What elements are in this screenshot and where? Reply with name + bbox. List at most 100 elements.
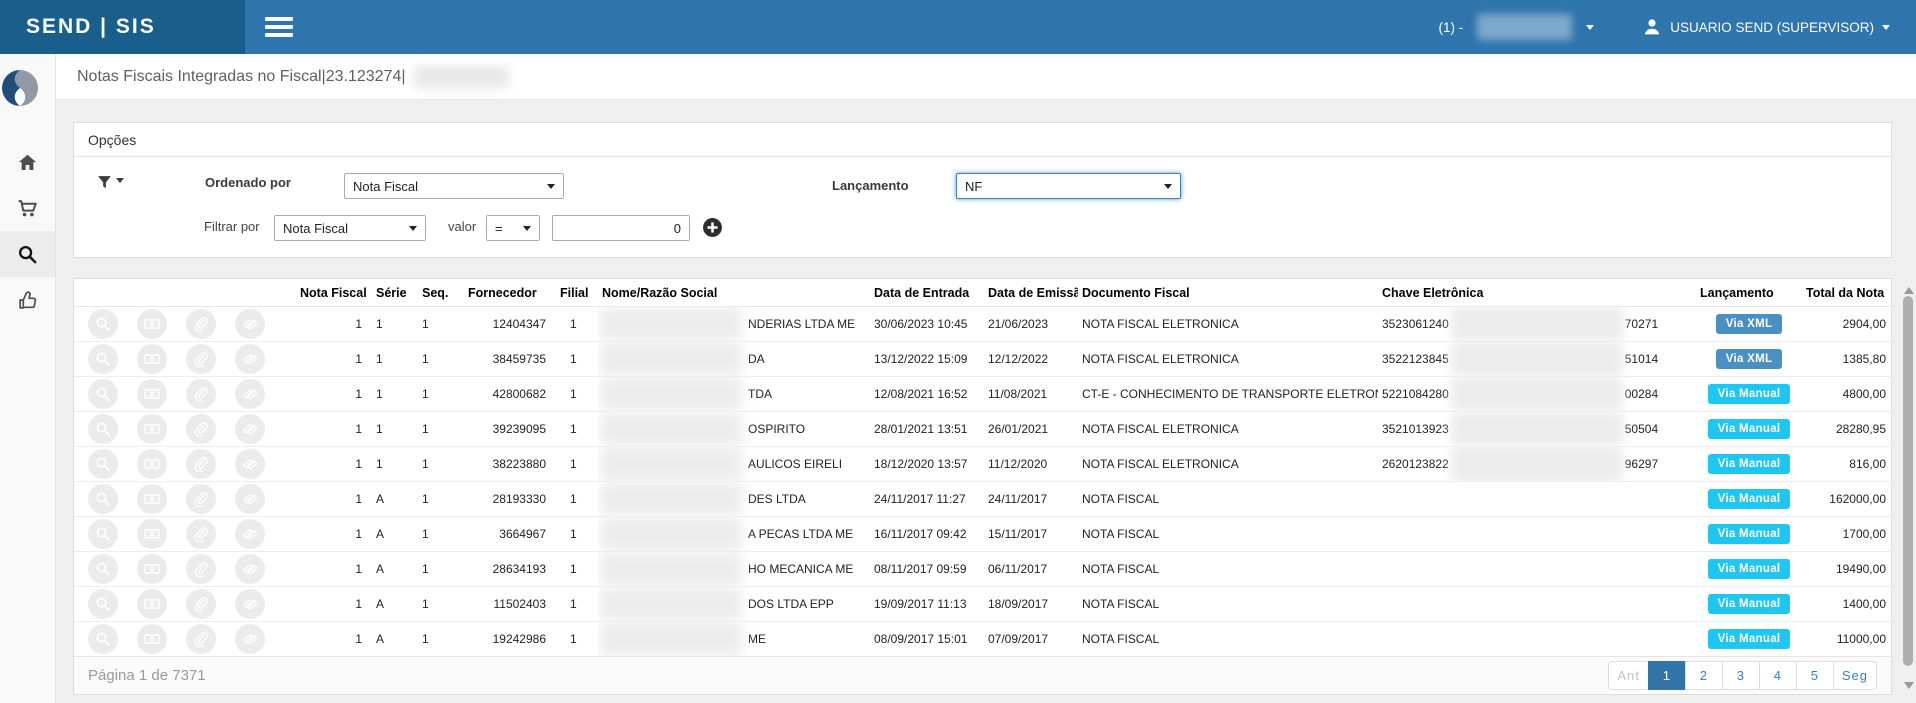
view-details-button[interactable] — [88, 589, 118, 619]
sidebar-item-purchases[interactable] — [0, 185, 55, 231]
financial-button[interactable] — [137, 554, 167, 584]
lancamento-badge[interactable]: Via Manual — [1708, 454, 1791, 474]
pagination-prev-button[interactable]: Ant — [1608, 661, 1649, 690]
tags-button[interactable] — [235, 414, 265, 444]
view-details-button[interactable] — [88, 624, 118, 654]
view-details-button[interactable] — [88, 554, 118, 584]
nome-suffix-text: AULICOS EIRELI — [748, 457, 842, 471]
lancamento-badge[interactable]: Via Manual — [1708, 489, 1791, 509]
tags-button[interactable] — [235, 554, 265, 584]
cell-data-entrada: 08/11/2017 09:59 — [870, 552, 984, 587]
table-row[interactable]: 1 A 1 3664967 1 A PECAS LTDA ME 16/11/20… — [74, 517, 1896, 552]
tags-button[interactable] — [235, 624, 265, 654]
attachment-button[interactable] — [186, 309, 216, 339]
financial-button[interactable] — [137, 484, 167, 514]
financial-button[interactable] — [137, 519, 167, 549]
cell-serie: A — [372, 482, 418, 517]
chevron-down-icon[interactable] — [1586, 25, 1594, 34]
filter-value-input[interactable] — [552, 215, 690, 241]
table-row[interactable]: 1 A 1 28193330 1 DES LTDA 24/11/2017 11:… — [74, 482, 1896, 517]
attachment-button[interactable] — [186, 449, 216, 479]
user-dropdown[interactable]: USUARIO SEND (SUPERVISOR) — [1642, 17, 1890, 37]
scroll-down-arrow-icon[interactable] — [1904, 682, 1914, 694]
pagination-page-1[interactable]: 1 — [1648, 661, 1686, 690]
app-logo[interactable] — [0, 68, 40, 108]
attachment-button[interactable] — [186, 414, 216, 444]
scroll-up-arrow-icon[interactable] — [1904, 282, 1914, 294]
sidebar-item-search[interactable] — [0, 231, 55, 277]
pagination-page-3[interactable]: 3 — [1722, 661, 1760, 690]
cell-nome: OSPIRITO — [598, 412, 870, 447]
table-row[interactable]: 1 1 1 38459735 1 DA 13/12/2022 15:09 12/… — [74, 342, 1896, 377]
sidebar-item-home[interactable] — [0, 139, 55, 185]
vertical-scrollbar[interactable] — [1902, 282, 1915, 694]
attachment-button[interactable] — [186, 554, 216, 584]
filter-funnel-button[interactable] — [96, 174, 124, 191]
filter-field-select[interactable]: Nota Fiscal — [274, 215, 426, 241]
brand-logo[interactable]: SEND | SIS — [0, 0, 245, 54]
lancamento-badge[interactable]: Via XML — [1716, 349, 1783, 369]
tags-icon — [242, 526, 258, 542]
lancamento-badge[interactable]: Via Manual — [1708, 524, 1791, 544]
view-details-button[interactable] — [88, 379, 118, 409]
table-row[interactable]: 1 1 1 42800682 1 TDA 12/08/2021 16:52 11… — [74, 377, 1896, 412]
table-row[interactable]: 1 1 1 12404347 1 NDERIAS LTDA ME 30/06/2… — [74, 307, 1896, 342]
nome-suffix-text: DES LTDA — [748, 492, 806, 506]
table-row[interactable]: 1 A 1 11502403 1 DOS LTDA EPP 19/09/2017… — [74, 587, 1896, 622]
financial-button[interactable] — [137, 449, 167, 479]
view-details-button[interactable] — [88, 344, 118, 374]
paperclip-icon — [193, 631, 209, 647]
financial-button[interactable] — [137, 414, 167, 444]
view-details-button[interactable] — [88, 484, 118, 514]
lancamento-badge[interactable]: Via Manual — [1708, 594, 1791, 614]
attachment-button[interactable] — [186, 589, 216, 619]
tags-button[interactable] — [235, 344, 265, 374]
attachment-button[interactable] — [186, 344, 216, 374]
hamburger-menu-icon[interactable] — [265, 14, 299, 40]
lancamento-badge[interactable]: Via Manual — [1708, 629, 1791, 649]
table-row[interactable]: 1 1 1 39239095 1 OSPIRITO 28/01/2021 13:… — [74, 412, 1896, 447]
lancamento-badge[interactable]: Via Manual — [1708, 559, 1791, 579]
cell-serie: 1 — [372, 412, 418, 447]
tags-button[interactable] — [235, 589, 265, 619]
cell-total: 11000,00 — [1802, 622, 1896, 657]
view-details-button[interactable] — [88, 519, 118, 549]
lancamento-select[interactable]: NF — [956, 173, 1181, 199]
attachment-button[interactable] — [186, 624, 216, 654]
cell-documento: NOTA FISCAL — [1078, 552, 1378, 587]
tags-button[interactable] — [235, 309, 265, 339]
financial-button[interactable] — [137, 309, 167, 339]
attachment-button[interactable] — [186, 379, 216, 409]
lancamento-badge[interactable]: Via XML — [1716, 314, 1783, 334]
view-details-button[interactable] — [88, 414, 118, 444]
financial-button[interactable] — [137, 624, 167, 654]
financial-button[interactable] — [137, 589, 167, 619]
lancamento-badge[interactable]: Via Manual — [1708, 419, 1791, 439]
lancamento-badge[interactable]: Via Manual — [1708, 384, 1791, 404]
table-row[interactable]: 1 A 1 19242986 1 ME 08/09/2017 15:01 07/… — [74, 622, 1896, 657]
table-row[interactable]: 1 A 1 28634193 1 HO MECANICA ME 08/11/20… — [74, 552, 1896, 587]
view-details-button[interactable] — [88, 309, 118, 339]
pagination-page-2[interactable]: 2 — [1685, 661, 1723, 690]
attachment-button[interactable] — [186, 484, 216, 514]
vertical-scrollbar-thumb[interactable] — [1903, 296, 1913, 666]
pagination-next-button[interactable]: Seg — [1833, 661, 1877, 690]
operator-select[interactable]: = — [486, 215, 540, 241]
cell-total: 1400,00 — [1802, 587, 1896, 622]
attachment-button[interactable] — [186, 519, 216, 549]
pagination-page-4[interactable]: 4 — [1759, 661, 1797, 690]
financial-button[interactable] — [137, 379, 167, 409]
ordered-by-select[interactable]: Nota Fiscal — [344, 173, 564, 199]
tags-button[interactable] — [235, 449, 265, 479]
tags-button[interactable] — [235, 379, 265, 409]
pagination-page-5[interactable]: 5 — [1796, 661, 1834, 690]
lancamento-value: NF — [965, 179, 982, 194]
financial-button[interactable] — [137, 344, 167, 374]
col-data-emissao: Data de Emissão — [984, 279, 1078, 307]
table-row[interactable]: 1 1 1 38223880 1 AULICOS EIRELI 18/12/20… — [74, 447, 1896, 482]
tags-button[interactable] — [235, 484, 265, 514]
view-details-button[interactable] — [88, 449, 118, 479]
add-filter-button[interactable] — [702, 217, 723, 238]
tags-button[interactable] — [235, 519, 265, 549]
sidebar-item-approvals[interactable] — [0, 277, 55, 323]
